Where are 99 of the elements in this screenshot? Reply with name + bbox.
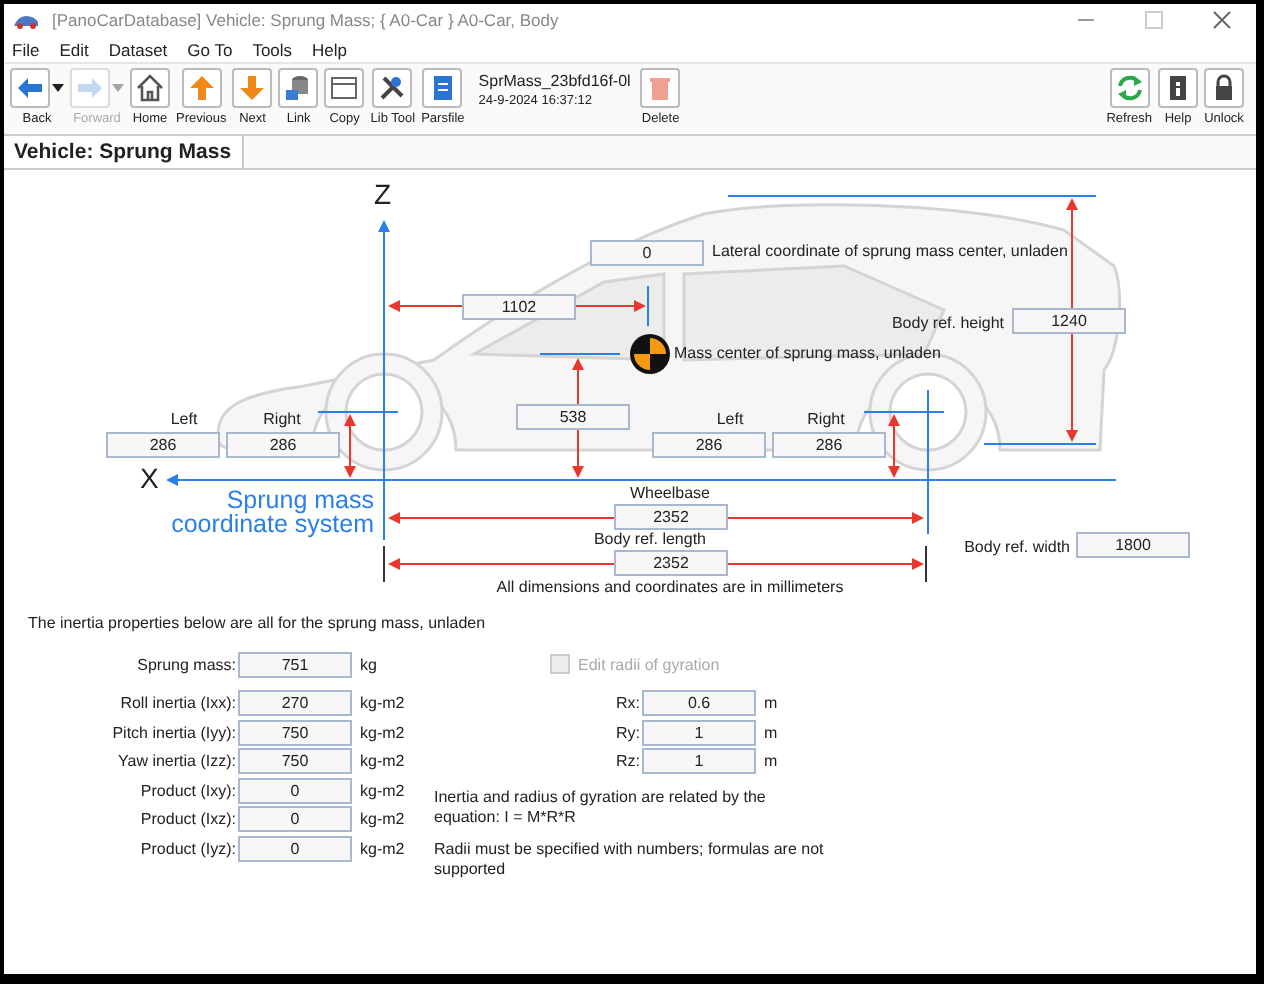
field-label: Product (Iyz): <box>138 839 236 858</box>
menu-item[interactable]: Help <box>312 39 348 59</box>
value-field[interactable]: 0 <box>238 806 352 833</box>
unit-label: m <box>764 752 778 771</box>
field-label: Roll inertia (Ixx): <box>118 694 236 713</box>
value-field[interactable]: 286 <box>106 432 220 458</box>
value-field[interactable]: 0 <box>238 777 352 804</box>
axis-label: X <box>140 462 159 494</box>
toolbar-button[interactable] <box>372 68 413 108</box>
coordinate-caption: Sprung mass coordinate system <box>169 488 374 536</box>
unit-label: kg <box>360 655 377 674</box>
lock-icon <box>1210 74 1238 102</box>
note-text: Radii must be specified with numbers; formulas are not supported <box>434 840 826 880</box>
field-label: Right <box>261 410 303 428</box>
field-label: Rz: <box>614 752 640 771</box>
field-label: Wheelbase <box>627 484 713 502</box>
right-arrow-icon <box>76 74 104 102</box>
trash-icon <box>646 74 675 102</box>
field-label: Left <box>168 410 200 428</box>
dataset-name: SprMass_23bfd16f-0l <box>478 72 631 92</box>
field-label: Lateral coordinate of sprung mass center, unladen <box>712 242 1068 260</box>
menu-item[interactable]: Tools <box>252 39 293 59</box>
toolbar-button[interactable] <box>324 68 365 108</box>
mass-center-icon <box>630 334 670 374</box>
unit-label: kg-m2 <box>360 839 405 858</box>
reference-line <box>539 353 621 355</box>
value-field[interactable]: 0 <box>590 240 704 266</box>
menu-item[interactable]: Edit <box>59 39 89 59</box>
field-label: Ry: <box>614 723 640 742</box>
unit-label: m <box>764 694 778 713</box>
value-field[interactable]: 0 <box>238 835 352 862</box>
value-field[interactable]: 286 <box>772 432 886 458</box>
menu-item[interactable]: Go To <box>187 39 233 59</box>
value-field[interactable]: 2352 <box>614 504 728 530</box>
menu-item[interactable]: Dataset <box>108 39 168 59</box>
value-field[interactable]: 2352 <box>614 550 728 576</box>
unit-label: kg-m2 <box>360 810 405 829</box>
caret-icon[interactable] <box>52 84 64 92</box>
field-label: Mass center of sprung mass, unladen <box>674 344 941 362</box>
toolbar-button[interactable] <box>130 68 170 108</box>
tick-line <box>925 545 927 583</box>
document-icon <box>428 74 457 102</box>
home-icon <box>136 74 164 102</box>
checkbox-label: Edit radii of gyration <box>578 655 720 674</box>
refresh-icon <box>1115 74 1144 102</box>
window-title: [PanoCarDatabase] Vehicle: Sprung Mass; { A0-Car } A0-Car, Body <box>52 10 559 30</box>
units-note: All dimensions and coordinates are in millimeters <box>494 578 846 596</box>
toolbar-button[interactable] <box>1204 68 1244 108</box>
left-arrow-icon <box>16 74 44 102</box>
toolbar-button[interactable] <box>278 68 319 108</box>
value-field[interactable]: 1 <box>642 719 756 746</box>
field-label: Product (Ixz): <box>138 810 236 829</box>
tick-line <box>383 545 385 583</box>
field-label: Right <box>805 410 847 428</box>
up-arrow-icon <box>187 74 216 102</box>
toolbar-button[interactable] <box>10 68 50 108</box>
value-field[interactable]: 1800 <box>1076 532 1190 558</box>
unit-label: kg-m2 <box>360 781 405 800</box>
axis-label: Z <box>374 178 392 210</box>
value-field[interactable]: 1240 <box>1012 308 1126 334</box>
close-icon[interactable] <box>1212 10 1232 30</box>
field-label: Body ref. height <box>889 314 1004 332</box>
field-label: Product (Ixy): <box>138 781 236 800</box>
value-field[interactable]: 750 <box>238 748 352 775</box>
field-label: Left <box>714 410 746 428</box>
unit-label: kg-m2 <box>360 723 405 742</box>
dimension-arrow <box>344 414 356 478</box>
dimension-arrow <box>888 414 900 478</box>
reference-line <box>647 285 649 327</box>
field-label: Rx: <box>614 694 640 713</box>
reference-line <box>317 411 399 413</box>
field-label: Sprung mass: <box>135 655 236 674</box>
value-field[interactable]: 751 <box>238 651 352 678</box>
note-text: Inertia and radius of gyration are related by the equation: I = M*R*R <box>434 788 768 828</box>
toolbar-button[interactable] <box>422 68 463 108</box>
field-label: Yaw inertia (Izz): <box>116 752 236 771</box>
value-field[interactable]: 286 <box>226 432 340 458</box>
intro-text: The inertia properties below are all for the sprung mass, unladen <box>28 614 486 632</box>
unit-label: kg-m2 <box>360 752 405 771</box>
database-icon <box>284 74 313 102</box>
value-field[interactable]: 1102 <box>462 294 576 320</box>
down-arrow-icon <box>238 74 267 102</box>
menu-item[interactable]: File <box>12 39 40 59</box>
tab[interactable]: Vehicle: Sprung Mass <box>4 136 244 168</box>
toolbar-button[interactable] <box>1158 68 1198 108</box>
window-icon <box>330 74 359 102</box>
unit-label: m <box>764 723 778 742</box>
reference-line <box>983 443 1097 445</box>
field-label: Pitch inertia (Iyy): <box>110 723 236 742</box>
field-label: Body ref. length <box>591 530 709 548</box>
value-field[interactable]: 538 <box>516 404 630 430</box>
value-field[interactable]: 270 <box>238 690 352 717</box>
value-field[interactable]: 750 <box>238 719 352 746</box>
value-field[interactable]: 0.6 <box>642 690 756 717</box>
value-field[interactable]: 1 <box>642 748 756 775</box>
value-field[interactable]: 286 <box>652 432 766 458</box>
app-icon <box>12 11 40 29</box>
field-label: Body ref. width <box>962 538 1070 556</box>
unit-label: kg-m2 <box>360 694 405 713</box>
